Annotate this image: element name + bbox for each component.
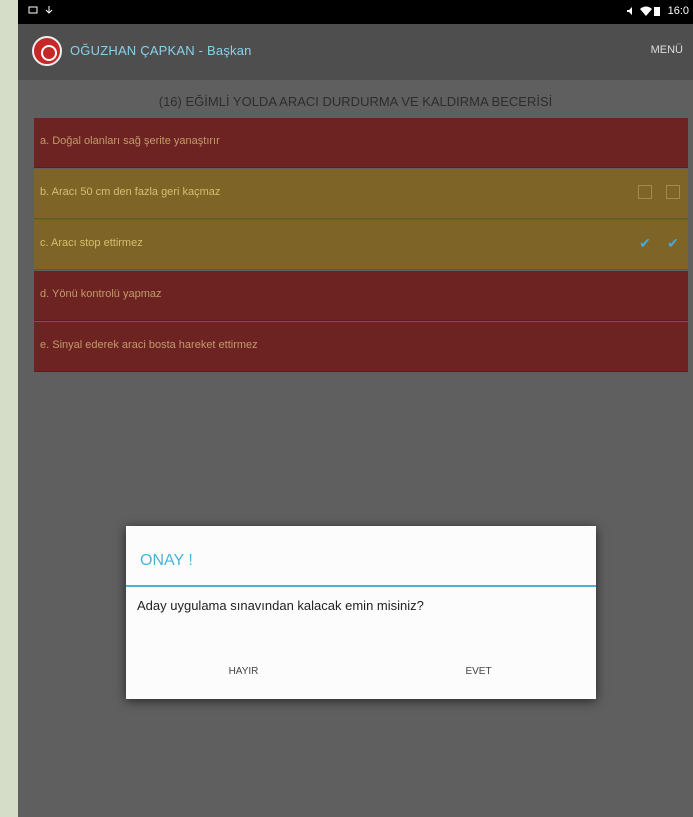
device-screen: 16:0 OĞUZHAN ÇAPKAN - Başkan MENÜ (16) E… xyxy=(18,0,693,817)
criteria-row-c[interactable]: c. Aracı stop ettirmez ✔ ✔ xyxy=(34,220,688,270)
yes-button[interactable]: EVET xyxy=(361,645,596,699)
image-notification-icon xyxy=(28,5,38,15)
checked-checkbox-1[interactable]: ✔ xyxy=(638,236,652,250)
criteria-row-b[interactable]: b. Aracı 50 cm den fazla geri kaçmaz xyxy=(34,169,688,219)
app-bar: OĞUZHAN ÇAPKAN - Başkan MENÜ xyxy=(18,24,693,80)
criteria-label: e. Sinyal ederek araci bosta hareket ett… xyxy=(40,339,258,351)
checkbox-1[interactable] xyxy=(638,185,652,199)
sound-icon xyxy=(626,6,636,16)
criteria-row-e[interactable]: e. Sinyal ederek araci bosta hareket ett… xyxy=(34,322,688,372)
criteria-row-d[interactable]: d. Yönü kontrolü yapmaz xyxy=(34,271,688,321)
confirm-dialog: ONAY ! Aday uygulama sınavından kalacak … xyxy=(126,526,596,699)
status-bar: 16:0 xyxy=(18,0,693,24)
criteria-list: a. Doğal olanları sağ şerite yanaştırır … xyxy=(34,118,688,373)
dialog-message: Aday uygulama sınavından kalacak emin mi… xyxy=(137,598,424,613)
wifi-icon xyxy=(639,6,652,16)
menu-button[interactable]: MENÜ xyxy=(651,44,683,56)
dialog-button-bar: HAYIR EVET xyxy=(126,645,596,699)
criteria-label: a. Doğal olanları sağ şerite yanaştırır xyxy=(40,135,220,147)
app-title: OĞUZHAN ÇAPKAN - Başkan xyxy=(70,43,252,58)
dialog-title: ONAY ! xyxy=(140,552,193,569)
steering-wheel-logo-icon xyxy=(32,36,62,66)
battery-icon xyxy=(653,6,664,16)
criteria-label: c. Aracı stop ettirmez xyxy=(40,237,143,249)
no-button[interactable]: HAYIR xyxy=(126,645,361,699)
dialog-divider xyxy=(126,585,596,587)
checked-checkbox-2[interactable]: ✔ xyxy=(666,236,680,250)
criteria-row-a[interactable]: a. Doğal olanları sağ şerite yanaştırır xyxy=(34,118,688,168)
criteria-label: b. Aracı 50 cm den fazla geri kaçmaz xyxy=(40,186,221,198)
checkbox-2[interactable] xyxy=(666,185,680,199)
clock: 16:0 xyxy=(667,5,689,17)
criteria-label: d. Yönü kontrolü yapmaz xyxy=(40,288,162,300)
section-title: (16) EĞİMLİ YOLDA ARACI DURDURMA VE KALD… xyxy=(158,94,553,109)
download-icon xyxy=(44,5,54,15)
